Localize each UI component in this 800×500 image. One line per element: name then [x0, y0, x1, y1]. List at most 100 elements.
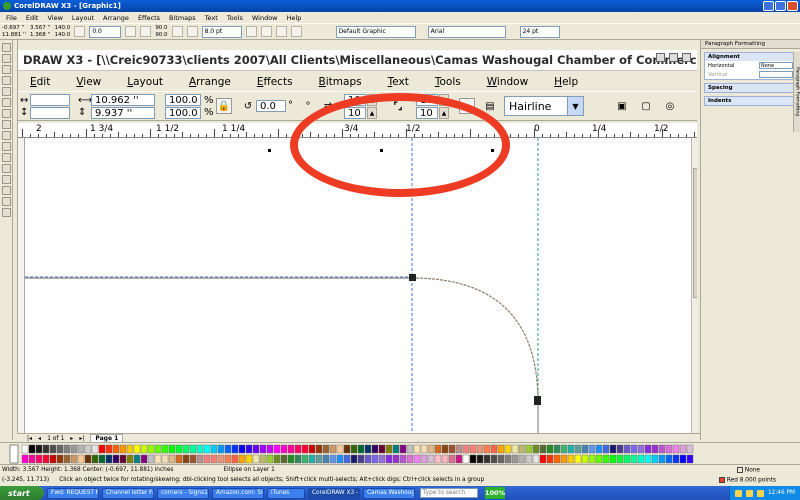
palette-swatch[interactable] — [84, 454, 92, 464]
outer-menu-view[interactable]: View — [47, 14, 62, 22]
palette-swatch[interactable] — [455, 454, 463, 464]
palette-swatch[interactable] — [385, 444, 393, 454]
palette-swatch[interactable] — [686, 454, 694, 464]
palette-swatch[interactable] — [245, 444, 253, 454]
inner-menu-bitmaps[interactable]: Bitmaps — [319, 76, 362, 88]
palette-swatch[interactable] — [126, 444, 134, 454]
to-front-of-layer-icon[interactable]: ▣ — [614, 98, 630, 114]
palette-swatch[interactable] — [490, 454, 498, 464]
palette-swatch[interactable] — [539, 454, 547, 464]
palette-swatch[interactable] — [637, 454, 645, 464]
scale-y-field[interactable]: 100.0 — [165, 107, 201, 119]
to-back-icon[interactable] — [275, 26, 287, 37]
palette-swatch[interactable] — [280, 454, 288, 464]
palette-swatch[interactable] — [462, 444, 470, 454]
palette-swatch[interactable] — [301, 444, 309, 454]
palette-swatch[interactable] — [196, 444, 204, 454]
palette-swatch[interactable] — [217, 444, 225, 454]
to-back-of-layer-icon[interactable]: ▢ — [638, 98, 654, 114]
wrap-text-icon[interactable] — [245, 26, 257, 37]
maximize-icon[interactable] — [775, 1, 786, 11]
inner-menu-arrange[interactable]: Arrange — [189, 76, 231, 88]
palette-swatch[interactable] — [630, 454, 638, 464]
palette-swatch[interactable] — [511, 444, 519, 454]
palette-swatch[interactable] — [210, 454, 218, 464]
palette-swatch[interactable] — [441, 454, 449, 464]
text-tool-icon[interactable] — [1, 153, 11, 162]
palette-swatch[interactable] — [462, 454, 470, 464]
palette-swatch[interactable] — [245, 454, 253, 464]
palette-swatch[interactable] — [385, 454, 393, 464]
outer-menu-edit[interactable]: Edit — [26, 14, 39, 22]
corner-node[interactable] — [534, 396, 541, 405]
palette-swatch[interactable] — [140, 444, 148, 454]
palette-swatch[interactable] — [252, 454, 260, 464]
palette-swatch[interactable] — [588, 444, 596, 454]
rounded-corner-curve[interactable] — [411, 277, 539, 403]
palette-swatch[interactable] — [224, 454, 232, 464]
palette-swatch[interactable] — [77, 444, 85, 454]
outer-h-field[interactable]: 1.368 '' — [30, 32, 51, 39]
palette-swatch[interactable] — [497, 454, 505, 464]
palette-swatch[interactable] — [119, 454, 127, 464]
palette-swatch[interactable] — [448, 454, 456, 464]
palette-swatch[interactable] — [224, 444, 232, 454]
palette-swatch[interactable] — [287, 444, 295, 454]
palette-swatch[interactable] — [126, 454, 134, 464]
palette-swatch[interactable] — [672, 444, 680, 454]
prev-page-icon[interactable]: ◂ — [38, 435, 41, 442]
palette-swatches[interactable] — [0, 443, 800, 465]
palette-swatch[interactable] — [189, 444, 197, 454]
palette-swatch[interactable] — [546, 454, 554, 464]
palette-swatch[interactable] — [427, 454, 435, 464]
palette-swatch[interactable] — [679, 444, 687, 454]
palette-swatch[interactable] — [252, 444, 260, 454]
task-button[interactable]: Channel letter Fabric... — [102, 487, 154, 499]
object-width-field[interactable]: 10.962 '' — [91, 94, 155, 106]
outer-y-field[interactable]: 11.881 '' — [2, 32, 26, 39]
inner-minimize-icon[interactable] — [656, 53, 665, 62]
selection-handle[interactable] — [268, 149, 271, 152]
palette-swatch[interactable] — [392, 444, 400, 454]
palette-swatch[interactable] — [119, 444, 127, 454]
inner-restore-icon[interactable] — [669, 53, 678, 62]
palette-swatch[interactable] — [294, 454, 302, 464]
task-button[interactable]: Camas Washougal C... — [363, 487, 415, 499]
palette-swatch[interactable] — [70, 454, 78, 464]
inner-menu-help[interactable]: Help — [554, 76, 578, 88]
palette-swatch[interactable] — [84, 444, 92, 454]
outer-sy-field[interactable]: 140.0 — [55, 32, 71, 39]
palette-swatch[interactable] — [406, 444, 414, 454]
freehand-tool-icon[interactable] — [1, 87, 11, 96]
palette-swatch[interactable] — [287, 454, 295, 464]
outer-outline-width-field[interactable]: 8.0 pt — [201, 25, 242, 38]
palette-swatch[interactable] — [616, 454, 624, 464]
palette-swatch[interactable] — [28, 444, 36, 454]
inner-menu-window[interactable]: Window — [487, 76, 528, 88]
outer-menu-text[interactable]: Text — [205, 14, 218, 22]
palette-swatch[interactable] — [595, 444, 603, 454]
palette-swatch[interactable] — [609, 444, 617, 454]
palette-swatch[interactable] — [371, 444, 379, 454]
font-select[interactable]: Arial — [427, 25, 506, 38]
palette-swatch[interactable] — [434, 454, 442, 464]
palette-swatch[interactable] — [343, 454, 351, 464]
inner-menu-text[interactable]: Text — [388, 76, 409, 88]
last-page-icon[interactable]: ▸| — [79, 435, 84, 442]
palette-swatch[interactable] — [329, 444, 337, 454]
palette-swatch[interactable] — [63, 444, 71, 454]
palette-swatch[interactable] — [399, 444, 407, 454]
palette-swatch[interactable] — [91, 454, 99, 464]
outer-menu-tools[interactable]: Tools — [227, 14, 243, 22]
palette-swatch[interactable] — [525, 444, 533, 454]
palette-swatch[interactable] — [77, 454, 85, 464]
palette-swatch[interactable] — [455, 444, 463, 454]
first-page-icon[interactable]: |◂ — [27, 435, 32, 442]
palette-swatch[interactable] — [651, 444, 659, 454]
palette-swatch[interactable] — [210, 444, 218, 454]
palette-swatch[interactable] — [518, 454, 526, 464]
inner-menu-edit[interactable]: Edit — [30, 76, 50, 88]
palette-swatch[interactable] — [217, 454, 225, 464]
inner-menu-tools[interactable]: Tools — [435, 76, 461, 88]
palette-swatch[interactable] — [112, 454, 120, 464]
